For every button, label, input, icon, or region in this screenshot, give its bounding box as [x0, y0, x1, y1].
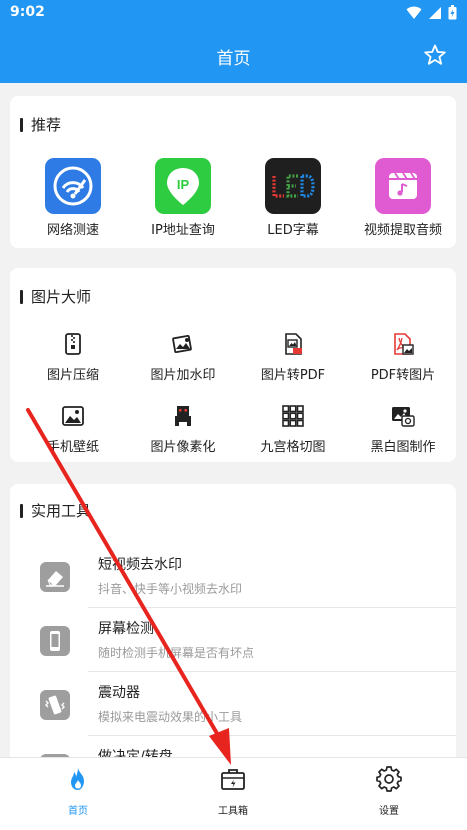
recommend-title: 推荐 — [31, 116, 62, 134]
image-item-pixelate[interactable]: 图片像素化 — [128, 404, 238, 455]
image-item-black-white[interactable]: 黑白图制作 — [348, 404, 458, 455]
led-icon — [265, 158, 321, 214]
image-item-watermark[interactable]: 图片加水印 — [128, 332, 238, 383]
image-item-compress[interactable]: 图片压缩 — [18, 332, 128, 383]
nav-label: 首页 — [68, 806, 88, 817]
phone-screen-icon — [40, 626, 70, 656]
image-item-label: 图片压缩 — [46, 368, 99, 383]
recommend-label: 视频提取音频 — [363, 223, 442, 238]
nav-label: 设置 — [379, 806, 399, 817]
nav-label: 工具箱 — [218, 806, 248, 817]
pdf-to-image-icon — [394, 333, 414, 355]
image-item-label: 图片加水印 — [150, 368, 216, 383]
recommend-label: IP地址查询 — [151, 223, 215, 238]
signal-icon — [429, 6, 441, 19]
gear-icon — [376, 766, 402, 792]
tool-item-screen-test[interactable]: 屏幕检测 随时检测手机屏幕是否有坏点 — [20, 608, 456, 672]
tools-section-title: 实用工具 — [20, 500, 91, 521]
image-item-pdf-to-image[interactable]: PDF转图片 — [348, 332, 458, 383]
grid-nine-icon — [282, 405, 304, 427]
tool-item-vibrator[interactable]: 震动器 模拟来电震动效果的小工具 — [20, 672, 456, 736]
tool-desc: 抖音、快手等小视频去水印 — [98, 582, 243, 596]
recommend-label: LED字幕 — [267, 223, 319, 238]
image-item-wallpaper[interactable]: 手机壁纸 — [18, 404, 128, 455]
tools-title: 实用工具 — [31, 502, 92, 520]
image-item-nine-grid[interactable]: 九宫格切图 — [238, 404, 348, 455]
tool-name: 震动器 — [98, 685, 140, 701]
zip-file-icon — [65, 333, 81, 355]
battery-icon — [448, 5, 457, 20]
status-bar: 9:02 — [0, 0, 467, 26]
star-outline-icon[interactable] — [423, 43, 447, 67]
vibrate-icon — [40, 690, 70, 720]
wallpaper-icon — [62, 406, 84, 426]
ip-pin-icon: IP — [155, 158, 211, 214]
app-bar: 首页 — [0, 26, 467, 83]
tool-name: 短视频去水印 — [98, 557, 182, 573]
status-time: 9:02 — [10, 4, 45, 20]
image-item-label: 图片转PDF — [260, 368, 326, 383]
toolbox-icon — [221, 769, 245, 790]
pixel-icon — [175, 406, 191, 426]
image-master-title: 图片大师 — [31, 288, 92, 306]
eraser-icon — [40, 562, 70, 592]
recommend-item-ip-lookup[interactable]: IP IP地址查询 — [128, 158, 238, 238]
video-music-icon — [375, 158, 431, 214]
recommend-item-speedtest[interactable]: 网络测速 — [18, 158, 128, 238]
svg-text:IP: IP — [177, 177, 190, 192]
image-item-label: PDF转图片 — [370, 368, 436, 383]
image-master-section-title: 图片大师 — [20, 286, 91, 307]
image-to-pdf-icon — [285, 333, 302, 355]
tool-desc: 随时检测手机屏幕是否有坏点 — [98, 646, 255, 660]
flame-icon — [71, 768, 84, 790]
nav-home[interactable]: 首页 — [33, 766, 123, 817]
image-item-to-pdf[interactable]: 图片转PDF — [238, 332, 348, 383]
tools-card: 实用工具 短视频去水印 抖音、快手等小视频去水印 屏幕检测 随时检测手机屏幕是否… — [10, 484, 456, 774]
nav-settings[interactable]: 设置 — [344, 766, 434, 817]
recommend-label: 网络测速 — [46, 223, 99, 238]
wifi-icon — [406, 6, 422, 19]
speedometer-wifi-icon — [45, 158, 101, 214]
tool-desc: 模拟来电震动效果的小工具 — [98, 710, 243, 724]
image-item-label: 图片像素化 — [150, 440, 216, 455]
page-title: 首页 — [216, 49, 251, 69]
bottom-nav: 首页 工具箱 设置 — [0, 757, 467, 830]
image-item-label: 九宫格切图 — [260, 440, 326, 455]
nav-toolbox[interactable]: 工具箱 — [188, 766, 278, 817]
recommend-section-title: 推荐 — [20, 114, 61, 135]
recommend-card: 推荐 网络测速 IP IP地址查询 LED字幕 视频提取音频 — [10, 96, 456, 248]
watermark-image-icon — [172, 334, 192, 354]
recommend-item-led[interactable]: LED字幕 — [238, 158, 348, 238]
status-icons — [406, 5, 457, 20]
black-white-image-icon — [392, 407, 415, 427]
image-master-card: 图片大师 图片压缩 图片加水印 图片转PDF PDF转图片 手机壁纸 图片像素化… — [10, 268, 456, 462]
tool-item-remove-watermark[interactable]: 短视频去水印 抖音、快手等小视频去水印 — [20, 544, 456, 608]
recommend-item-video-audio[interactable]: 视频提取音频 — [348, 158, 458, 238]
image-item-label: 手机壁纸 — [46, 440, 99, 455]
image-item-label: 黑白图制作 — [370, 440, 436, 455]
tool-name: 屏幕检测 — [98, 621, 154, 637]
